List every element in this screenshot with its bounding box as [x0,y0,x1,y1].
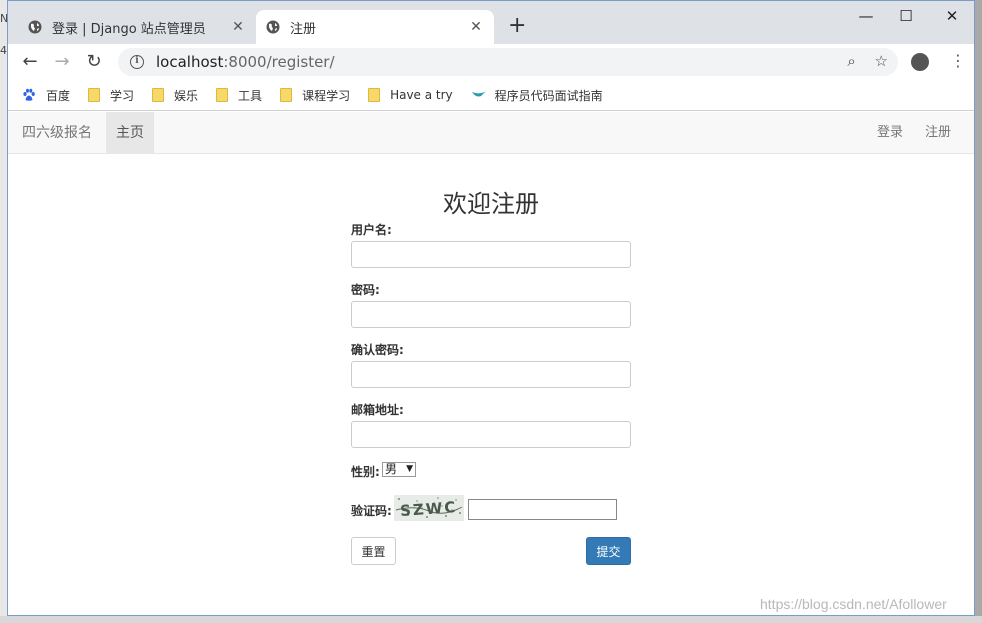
password-input[interactable] [351,301,631,328]
bookmark-label: 课程学习 [302,88,351,103]
globe-icon [28,20,42,34]
folder-icon [368,88,381,102]
bookmark-label: Have a try [390,88,453,102]
nav-home[interactable]: 主页 [106,112,154,154]
folder-icon [152,88,165,102]
tab-title: 注册 [290,21,317,37]
bookmark-link[interactable]: 程序员代码面试指南 [471,87,603,104]
captcha-image[interactable]: SZWC [394,495,464,521]
folder-icon [216,88,229,102]
navbar-brand[interactable]: 四六级报名 [22,112,92,154]
site-navbar: 四六级报名 主页 登录 注册 [8,112,974,154]
submit-button[interactable]: 提交 [586,537,631,565]
desktop-fragment: 4 [0,44,7,57]
zoom-icon[interactable]: ⌕ [847,52,855,70]
menu-kebab-icon[interactable]: ⋮ [950,51,966,71]
bookmark-baidu[interactable]: 百度 [22,87,70,104]
password-label: 密码: [351,283,380,297]
username-input[interactable] [351,241,631,268]
reset-button[interactable]: 重置 [351,537,396,565]
bird-icon [471,91,486,97]
new-tab-button[interactable]: + [508,14,526,38]
tab-strip: 登录 | Django 站点管理员 ✕ 注册 ✕ + — ☐ ✕ [8,1,974,44]
url-host: localhost [156,53,224,71]
forward-arrow-icon[interactable]: → [50,50,74,74]
browser-toolbar: ← → ↻ i localhost:8000/register/ ⌕ ☆ [8,44,974,80]
info-icon[interactable]: i [130,55,144,69]
star-icon[interactable]: ☆ [875,52,888,70]
browser-window: 登录 | Django 站点管理员 ✕ 注册 ✕ + — ☐ ✕ ← → ↻ i… [7,0,975,616]
bookmark-folder[interactable]: 工具 [216,87,262,104]
maximize-button[interactable]: ☐ [891,7,921,25]
baidu-paw-icon [23,88,35,101]
bookmark-folder[interactable]: 课程学习 [280,87,350,104]
globe-icon [266,20,280,34]
close-icon[interactable]: ✕ [230,19,246,35]
captcha-label: 验证码: [351,504,392,518]
gender-label: 性别: [351,465,380,479]
tab-title: 登录 | Django 站点管理员 [52,21,206,37]
folder-icon [280,88,293,102]
folder-icon [88,88,101,102]
email-label: 邮箱地址: [351,403,404,417]
bookmark-label: 娱乐 [174,88,199,103]
minimize-button[interactable]: — [851,7,881,25]
nav-register[interactable]: 注册 [925,112,951,154]
page-content: 四六级报名 主页 登录 注册 欢迎注册 用户名: 密码: 确认密码: 邮箱地址:… [8,112,974,615]
reload-icon[interactable]: ↻ [82,50,106,74]
page-title: 欢迎注册 [443,190,539,218]
bookmark-label: 工具 [238,88,263,103]
gender-value: 男 [385,462,398,476]
confirm-password-label: 确认密码: [351,343,404,357]
close-window-button[interactable]: ✕ [937,7,967,25]
tab-register[interactable]: 注册 ✕ [256,10,494,44]
bookmark-folder[interactable]: 娱乐 [152,87,198,104]
bookmark-label: 百度 [46,88,71,103]
dropdown-arrow-icon: ▼ [406,464,413,474]
bookmark-label: 程序员代码面试指南 [494,88,603,103]
bookmark-folder[interactable]: Have a try [368,88,453,102]
watermark: https://blog.csdn.net/Afollower [760,596,947,612]
close-icon[interactable]: ✕ [468,19,484,35]
bookmarks-bar: 百度 学习 娱乐 工具 课程学习 Have a try 程序员代码面试指南 [8,80,974,111]
captcha-input[interactable] [468,499,617,520]
confirm-password-input[interactable] [351,361,631,388]
gender-select[interactable]: 男 ▼ [382,462,416,477]
profile-avatar-icon[interactable] [911,53,929,71]
bookmark-label: 学习 [110,88,135,103]
tab-django-login[interactable]: 登录 | Django 站点管理员 ✕ [18,10,256,44]
nav-login[interactable]: 登录 [877,112,903,154]
desktop-bottom [0,616,982,623]
back-arrow-icon[interactable]: ← [18,50,42,74]
username-label: 用户名: [351,223,392,237]
address-bar[interactable]: i localhost:8000/register/ ⌕ ☆ [118,48,898,76]
email-input[interactable] [351,421,631,448]
url-path: :8000/register/ [223,53,335,71]
bookmark-folder[interactable]: 学习 [88,87,134,104]
